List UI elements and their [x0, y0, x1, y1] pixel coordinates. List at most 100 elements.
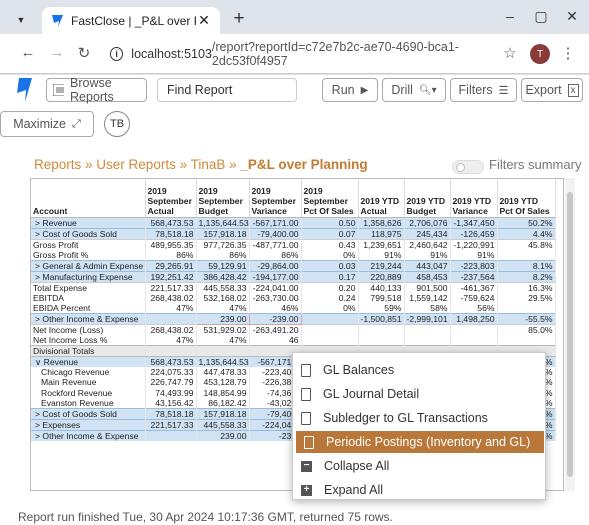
table-cell: 46 — [249, 334, 302, 346]
column-header[interactable]: 2019 YTD Variance — [450, 179, 498, 218]
forward-icon[interactable]: → — [47, 44, 67, 61]
column-header[interactable]: 2019 YTD Pct Of Sales — [497, 179, 556, 218]
table-cell: 157,918.18 — [196, 227, 250, 239]
report-toolbar: Browse Reports Find Report Run ▶ Drill 🔍… — [0, 75, 589, 105]
browse-reports-button[interactable]: Browse Reports — [46, 76, 147, 104]
menu-item-label: Periodic Postings (Inventory and GL) — [326, 435, 531, 449]
table-row[interactable]: Gross Profit 489,955.35 977,726.35 -487,771… — [31, 238, 556, 250]
menu-item-gl-balances[interactable]: GL Balances — [293, 359, 547, 381]
bookmark-star-icon[interactable]: ☆ — [500, 44, 520, 62]
breadcrumb-sep: » — [81, 157, 97, 172]
table-cell: 192,251.42 — [145, 270, 197, 282]
table-cell: -239.00 — [248, 312, 302, 325]
menu-item-periodic-postings[interactable]: Periodic Postings (Inventory and GL) — [296, 431, 544, 453]
close-window-icon[interactable]: ✕ — [562, 8, 582, 25]
export-button[interactable]: Export x — [521, 78, 583, 102]
run-button[interactable]: Run ▶ — [322, 78, 378, 102]
table-cell: > Other Income & Expense — [31, 429, 146, 441]
minimize-icon[interactable]: – — [500, 8, 520, 24]
browser-tab[interactable]: FastClose | _P&L over Planning ✕ — [42, 7, 220, 34]
url-path: /report?reportId=c72e7b2c-ae70-4690-bca1… — [211, 40, 459, 68]
address-bar[interactable]: i localhost:5103/report?reportId=c72e7b2… — [100, 40, 516, 68]
column-header[interactable]: Account — [31, 179, 146, 218]
column-header[interactable]: 2019 YTD Budget — [404, 179, 451, 218]
url-host: localhost:5103 — [131, 47, 212, 61]
reload-icon[interactable]: ↻ — [74, 44, 94, 62]
table-cell: 0.24 — [301, 292, 359, 303]
drill-button[interactable]: Drill 🔍︎▾ — [382, 78, 446, 102]
scroll-thumb[interactable] — [567, 192, 573, 477]
table-cell: 458,453 — [404, 270, 451, 282]
table-row[interactable]: EBIDA Percent 47% 47% 46% 0% 59% 58% 56% — [31, 302, 556, 314]
table-cell: -461,367 — [450, 281, 498, 293]
table-cell: 2,460,642 — [404, 238, 451, 250]
menu-item-collapse-all[interactable]: − Collapse All — [293, 455, 547, 477]
table-cell: 445,558.33 — [196, 418, 250, 431]
table-cell — [145, 344, 197, 357]
table-row[interactable]: Gross Profit % 86% 86% 86% 0% 91% 91% 91% — [31, 249, 556, 260]
table-cell: 56% — [450, 302, 498, 314]
site-info-icon[interactable]: i — [110, 47, 124, 61]
menu-item-subledger[interactable]: Subledger to GL Transactions — [293, 407, 547, 429]
table-cell: 91% — [450, 249, 498, 260]
table-cell: 47% — [196, 334, 250, 346]
table-row[interactable]: Net Income Loss % 47% 47% 46 — [31, 334, 556, 346]
menu-item-label: Collapse All — [324, 459, 390, 473]
menu-item-gl-journal-detail[interactable]: GL Journal Detail — [293, 383, 547, 405]
table-cell: 221,517.33 — [145, 281, 197, 293]
expand-arrows-icon: ⤢ — [71, 117, 81, 130]
table-cell: 453,128.79 — [196, 377, 250, 388]
table-cell: -1,220,991 — [450, 238, 498, 250]
breadcrumb-user[interactable]: TinaB — [191, 157, 226, 172]
table-row[interactable]: > General & Admin Expense 29,265.91 59,129… — [31, 259, 556, 271]
table-cell — [358, 334, 405, 346]
table-row[interactable]: EBITDA 268,438.02 532,168.02 -263,730.00 0.2… — [31, 292, 556, 303]
context-menu: GL Balances GL Journal Detail Subledger … — [292, 352, 546, 500]
back-icon[interactable]: ← — [18, 44, 38, 61]
find-report-input[interactable]: Find Report — [157, 78, 297, 102]
filters-summary-toggle[interactable] — [452, 160, 484, 174]
table-row[interactable]: Total Expense 221,517.33 445,558.33 -224,04… — [31, 281, 556, 293]
column-header[interactable]: 2019 September Pct Of Sales — [301, 179, 359, 218]
table-cell: -567,171.00 — [249, 216, 302, 228]
maximize-button[interactable]: Maximize ⤢ — [0, 111, 94, 137]
table-cell: Gross Profit — [31, 238, 146, 250]
table-cell: -79,400.00 — [249, 227, 302, 239]
table-cell: -759,624 — [450, 292, 498, 303]
table-cell: 0.20 — [301, 281, 359, 293]
app-area: Browse Reports Find Report Run ▶ Drill 🔍… — [0, 75, 589, 525]
table-cell: > Expenses — [31, 418, 146, 431]
table-row[interactable]: > Cost of Goods Sold 78,518.18 157,918.18-… — [31, 227, 556, 239]
table-row[interactable]: > Revenue 568,473.53 1,135,644.53 -567,171.… — [31, 216, 556, 228]
table-cell — [497, 302, 556, 314]
close-tab-icon[interactable]: ✕ — [196, 12, 212, 29]
table-cell: 16.3% — [497, 281, 556, 293]
table-cell: 78,518.18 — [145, 407, 197, 420]
table-cell: 45.8% — [497, 238, 556, 250]
column-header[interactable]: 2019 YTD Actual — [358, 179, 405, 218]
table-row[interactable]: > Manufacturing Expense 192,251.42 386,428… — [31, 270, 556, 282]
column-header[interactable]: 2019 September Actual — [145, 179, 197, 218]
tab-search-icon[interactable]: ▼ — [11, 10, 31, 30]
table-cell: EBIDA Percent — [31, 302, 146, 314]
table-row[interactable]: > Other Income & Expense 239.00 -239.00 -1,… — [31, 312, 556, 325]
column-header[interactable]: 2019 September Budget — [196, 179, 250, 218]
browser-menu-icon[interactable]: ⋮ — [558, 44, 578, 62]
user-initials-badge[interactable]: TB — [104, 111, 130, 137]
table-cell: Net Income Loss % — [31, 334, 146, 346]
breadcrumb-user-reports[interactable]: User Reports — [96, 157, 176, 172]
table-cell: 531,929.02 — [196, 323, 250, 335]
menu-item-expand-all[interactable]: + Expand All — [293, 479, 547, 501]
document-icon — [301, 363, 311, 377]
new-tab-icon[interactable]: + — [228, 8, 250, 30]
table-row[interactable]: Net Income (Loss) 268,438.02 531,929.02 -26… — [31, 323, 556, 335]
column-header[interactable]: 2019 September Variance — [249, 179, 302, 218]
tab-title: FastClose | _P&L over Planning — [71, 13, 196, 28]
maximize-label: Maximize — [13, 117, 66, 131]
breadcrumb-sep: » — [225, 157, 241, 172]
profile-avatar[interactable]: T — [530, 44, 550, 64]
maximize-window-icon[interactable]: ▢ — [531, 8, 551, 25]
breadcrumb-reports[interactable]: Reports — [34, 157, 81, 172]
table-scrollbar[interactable] — [565, 178, 575, 491]
filters-button[interactable]: Filters ☰ — [450, 78, 517, 102]
